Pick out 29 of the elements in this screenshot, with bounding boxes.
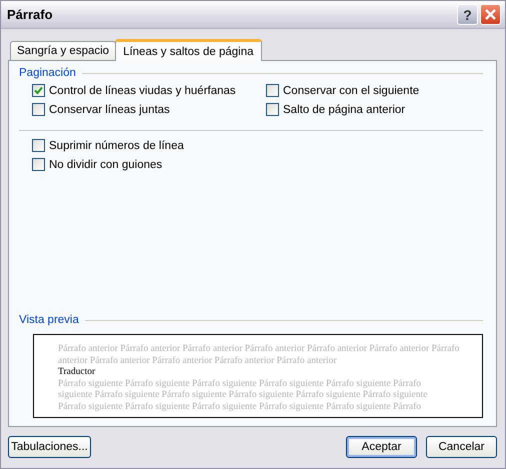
cancel-button[interactable]: Cancelar: [426, 436, 497, 458]
help-button[interactable]: ?: [457, 4, 478, 25]
preview-text: Traductor: [58, 367, 96, 378]
checkbox-label: Conservar líneas juntas: [49, 104, 170, 116]
preview-text: anterior Párrafo anterior Párrafo anterior Párrafo anterior Párrafo anterior: [58, 356, 338, 367]
close-button[interactable]: [480, 4, 501, 25]
window-title: Párrafo: [7, 7, 54, 22]
close-icon: [484, 8, 497, 21]
tabs-button[interactable]: Tabulaciones...: [8, 436, 91, 458]
checkbox-label: No dividir con guiones: [49, 158, 162, 170]
preview-text: Párrafo siguiente Párrafo siguiente Párrafo siguiente Párrafo siguiente Párrafo siguiente Párrafo: [58, 402, 422, 413]
checkbox[interactable]: [32, 158, 45, 171]
tab[interactable]: Sangría y espacio: [10, 41, 116, 60]
tab[interactable]: Líneas y saltos de página: [115, 39, 262, 61]
preview-text: siguiente Párrafo siguiente Párrafo siguiente Párrafo siguiente Párrafo siguiente Párrafo siguiente: [58, 390, 428, 402]
preview-text: Párrafo anterior Párrafo anterior Párrafo anterior Párrafo anterior Párrafo anterior Párrafo anterior Párrafo: [58, 344, 460, 356]
checkbox-label: Conservar con el siguiente: [283, 84, 420, 96]
checkbox[interactable]: [32, 139, 45, 152]
ok-button[interactable]: Aceptar: [346, 436, 417, 458]
checkbox[interactable]: [266, 84, 279, 97]
checkbox[interactable]: [32, 103, 45, 116]
group-label: Vista previa: [19, 314, 79, 326]
preview-text: Párrafo siguiente Párrafo siguiente Párrafo siguiente Párrafo siguiente Párrafo siguiente Párrafo: [58, 378, 422, 390]
checkbox-label: Salto de página anterior: [283, 104, 406, 116]
group-label: Paginación: [19, 67, 76, 79]
checkbox[interactable]: [266, 103, 279, 116]
checkbox[interactable]: [32, 84, 45, 97]
checkbox-label: Suprimir números de línea: [49, 140, 184, 152]
checkbox-label: Control de líneas viudas y huérfanas: [49, 84, 236, 96]
